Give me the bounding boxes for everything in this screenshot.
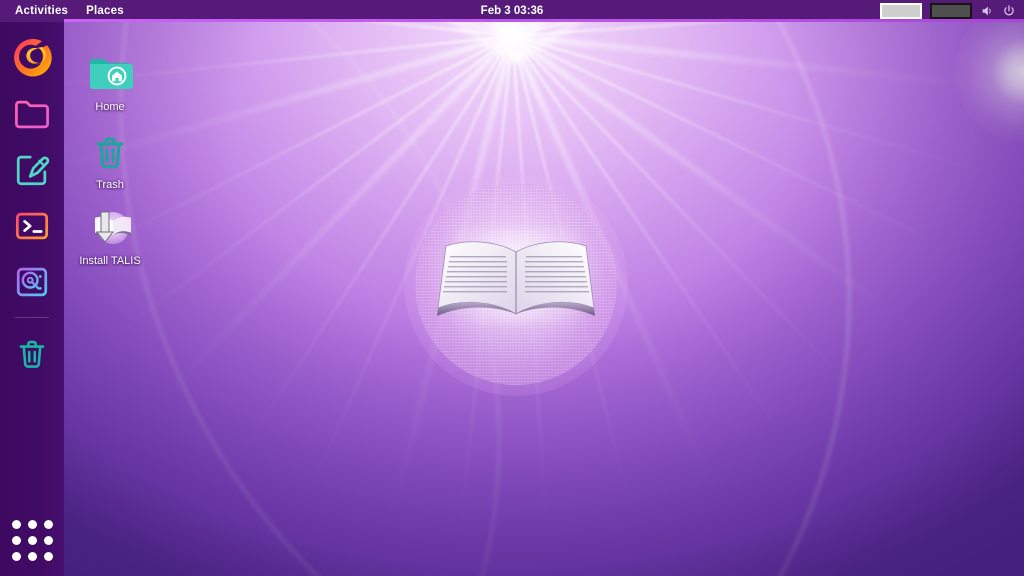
desktop-icon-label: Home [95, 101, 125, 113]
dock-item-firefox[interactable] [8, 34, 56, 82]
desktop-icon-label: Install TALIS [79, 255, 141, 267]
display-indicator-dark[interactable] [930, 3, 972, 19]
app-grid-icon [11, 519, 53, 561]
folder-icon [15, 100, 49, 129]
desktop-icon-install-talis[interactable]: Install TALIS [64, 204, 156, 268]
dock-item-disks[interactable] [8, 258, 56, 306]
dock-item-text-editor[interactable] [8, 146, 56, 194]
show-applications-button[interactable] [0, 512, 64, 568]
desktop-icon-home[interactable]: Home [64, 50, 156, 114]
top-bar: Activities Places Feb 3 03:36 [0, 0, 1024, 22]
dock-item-files[interactable] [8, 90, 56, 138]
dock [0, 22, 64, 576]
desktop-screen: Home Trash Install TALIS Activities Plac… [0, 0, 1024, 576]
installer-icon [95, 211, 131, 244]
disk-utility-icon [16, 267, 48, 297]
volume-icon[interactable] [980, 4, 994, 18]
dock-separator [15, 317, 49, 318]
desktop-icon-label: Trash [96, 179, 124, 191]
display-indicator-light[interactable] [880, 3, 922, 19]
trash-icon [19, 340, 45, 368]
desktop-icon-trash[interactable]: Trash [64, 128, 156, 192]
dock-item-trash[interactable] [8, 329, 56, 377]
dock-item-terminal[interactable] [8, 202, 56, 250]
open-book-icon [437, 241, 595, 316]
power-icon[interactable] [1002, 4, 1016, 18]
open-book-emblem [404, 172, 628, 396]
home-folder-icon [90, 59, 133, 89]
firefox-icon [14, 38, 52, 77]
trash-icon [96, 137, 124, 169]
top-bar-accent-line [64, 19, 1024, 22]
terminal-icon [15, 212, 49, 240]
edit-document-icon [16, 155, 50, 186]
